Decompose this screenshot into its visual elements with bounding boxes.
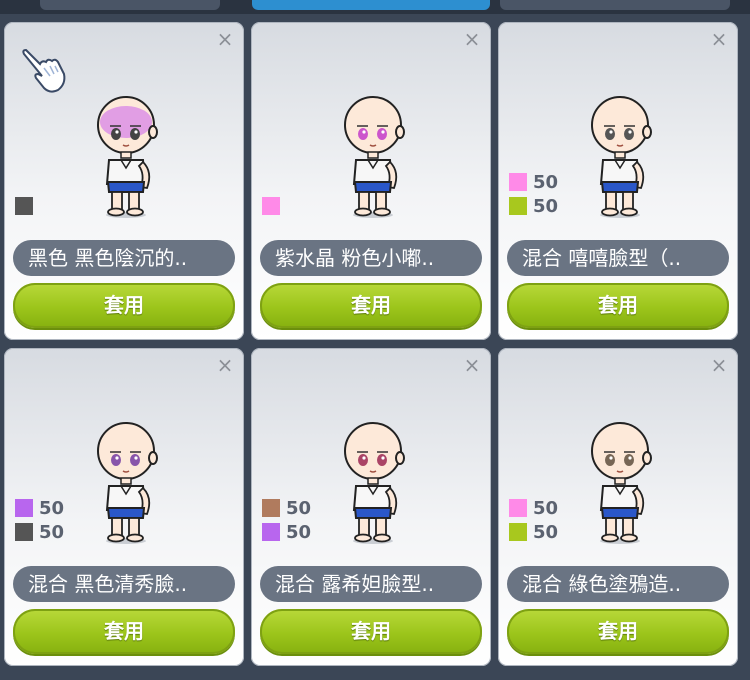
preset-name-label: 黑色 黑色陰沉的.. [13,240,235,276]
color-swatch-list: 50 50 [509,170,558,218]
swatch-row: 50 [15,496,64,520]
color-swatch [262,499,280,517]
preset-card: × [498,348,738,666]
character-avatar [344,96,405,218]
mix-ratio-value: 50 [286,521,312,543]
swatch-row: 50 [509,520,558,544]
color-swatch-list: 50 50 [15,496,64,544]
preset-card: × [4,348,244,666]
swatch-row: 50 [509,170,558,194]
swatch-row [15,194,33,218]
apply-button[interactable]: 套用 [507,609,729,654]
swatch-row: 50 [509,194,558,218]
color-swatch [509,197,527,215]
color-swatch [509,499,527,517]
color-swatch [262,523,280,541]
close-icon[interactable]: × [463,355,481,375]
color-swatch [15,499,33,517]
top-tab-strip [0,0,750,14]
apply-button[interactable]: 套用 [260,609,482,654]
preset-name-label: 混合 嘻嘻臉型（.. [507,240,729,276]
color-swatch-list: 50 50 [509,496,558,544]
color-swatch [15,523,33,541]
close-icon[interactable]: × [216,29,234,49]
preset-name-label: 紫水晶 粉色小嘟.. [260,240,482,276]
preset-name-label: 混合 露希妲臉型.. [260,566,482,602]
character-avatar [591,422,652,544]
mix-ratio-value: 50 [533,195,559,217]
close-icon[interactable]: × [710,29,728,49]
mix-ratio-value: 50 [533,171,559,193]
color-swatch [509,523,527,541]
mix-ratio-value: 50 [39,497,65,519]
swatch-row [262,194,280,218]
tab-middle[interactable] [252,0,490,10]
mix-ratio-value: 50 [286,497,312,519]
character-avatar [97,422,158,544]
character-avatar [591,96,652,218]
hand-cursor-icon [22,48,66,93]
preset-card: × [498,22,738,340]
character-avatar [344,422,405,544]
color-swatch [262,197,280,215]
tab-left[interactable] [40,0,220,10]
apply-button[interactable]: 套用 [260,283,482,328]
character-avatar [97,96,158,218]
mix-ratio-value: 50 [533,497,559,519]
color-swatch-list: 50 50 [262,496,311,544]
preset-name-label: 混合 黑色清秀臉.. [13,566,235,602]
swatch-row: 50 [15,520,64,544]
preset-card: × [251,22,491,340]
color-swatch-list [262,194,280,218]
tab-right[interactable] [500,0,730,10]
close-icon[interactable]: × [216,355,234,375]
color-swatch-list [15,194,33,218]
mix-ratio-value: 50 [39,521,65,543]
preset-card: × [251,348,491,666]
mix-ratio-value: 50 [533,521,559,543]
color-swatch [509,173,527,191]
close-icon[interactable]: × [463,29,481,49]
close-icon[interactable]: × [710,355,728,375]
swatch-row: 50 [262,520,311,544]
swatch-row: 50 [509,496,558,520]
apply-button[interactable]: 套用 [507,283,729,328]
color-swatch [15,197,33,215]
preset-name-label: 混合 綠色塗鴉造.. [507,566,729,602]
swatch-row: 50 [262,496,311,520]
apply-button[interactable]: 套用 [13,283,235,328]
apply-button[interactable]: 套用 [13,609,235,654]
face-preset-grid: × 黑色 黑色陰沉的.. 套用 × 紫水晶 粉色小嘟.. 套用 × 50 50 … [4,22,738,666]
